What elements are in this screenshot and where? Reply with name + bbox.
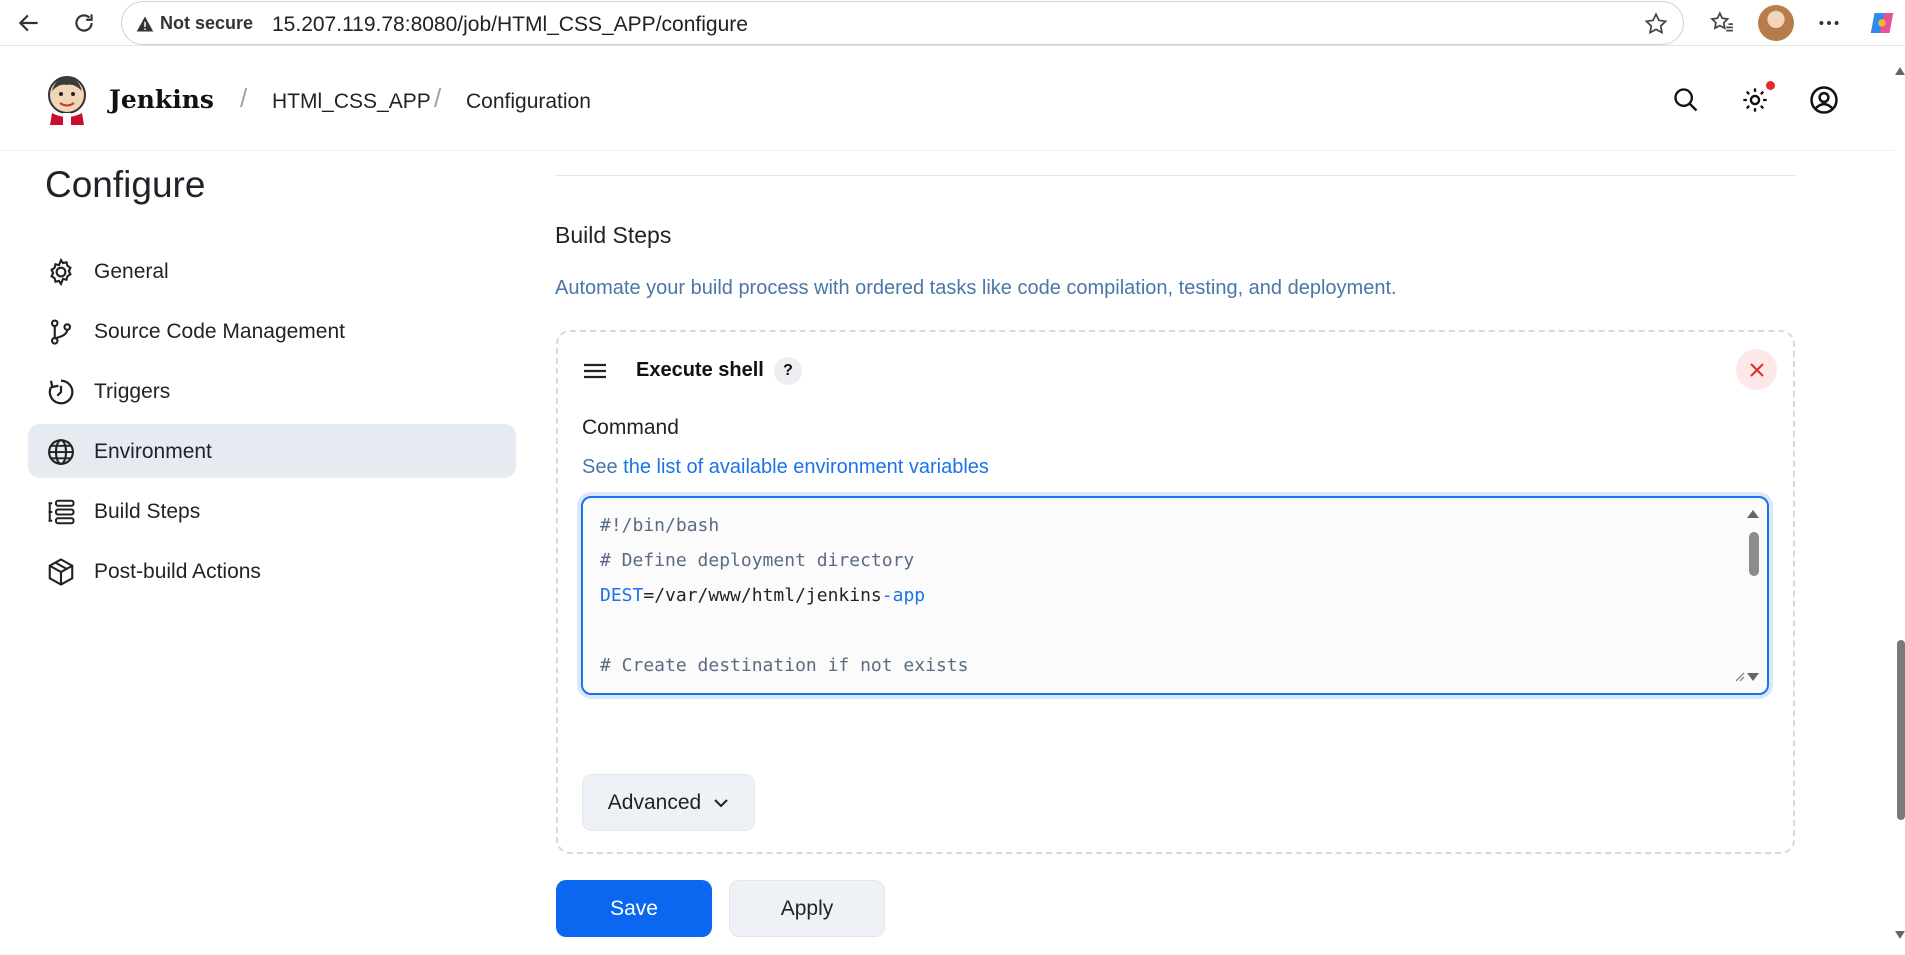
code-line: #!/bin/bash bbox=[600, 515, 720, 536]
close-icon[interactable] bbox=[1736, 349, 1777, 390]
sidebar-item-post-build-actions[interactable]: Post-build Actions bbox=[28, 544, 516, 598]
timer-icon bbox=[48, 379, 74, 405]
page-scroll-thumb[interactable] bbox=[1897, 640, 1905, 820]
favorites-icon[interactable] bbox=[1706, 7, 1738, 39]
save-button[interactable]: Save bbox=[556, 880, 712, 937]
code-operator: - bbox=[881, 585, 893, 606]
code-line: # Create destination if not exists bbox=[600, 655, 969, 676]
address-bar[interactable]: Not secure 15.207.119.78:8080/job/HTMl_C… bbox=[121, 1, 1684, 45]
list-icon bbox=[48, 499, 75, 525]
url-text: 15.207.119.78:8080/job/HTMl_CSS_APP/conf… bbox=[272, 13, 748, 36]
code-text: app bbox=[892, 585, 926, 606]
jenkins-header: Jenkins / HTMl_CSS_APP / Configuration bbox=[0, 47, 1895, 151]
editor-scroll-thumb[interactable] bbox=[1749, 532, 1759, 576]
breadcrumb-job[interactable]: HTMl_CSS_APP bbox=[272, 90, 431, 114]
gear-icon bbox=[50, 257, 72, 287]
search-icon[interactable] bbox=[1670, 84, 1702, 116]
sidebar-item-label: Post-build Actions bbox=[94, 560, 261, 583]
warning-icon bbox=[136, 16, 154, 31]
sidebar-item-label: Environment bbox=[94, 440, 212, 463]
apply-button[interactable]: Apply bbox=[729, 880, 885, 937]
code-variable: DEST bbox=[600, 585, 644, 606]
resize-handle-icon[interactable] bbox=[1733, 670, 1745, 682]
advanced-button[interactable]: Advanced bbox=[582, 774, 755, 831]
profile-avatar[interactable] bbox=[1758, 5, 1794, 41]
git-branch-icon bbox=[50, 319, 72, 345]
help-icon[interactable]: ? bbox=[774, 357, 802, 385]
section-description: Automate your build process with ordered… bbox=[555, 277, 1397, 299]
see-prefix: See bbox=[582, 456, 618, 478]
scroll-down-icon[interactable] bbox=[1895, 931, 1905, 939]
advanced-label: Advanced bbox=[607, 790, 702, 814]
reload-icon[interactable] bbox=[69, 8, 99, 38]
sidebar-item-environment[interactable]: Environment bbox=[28, 424, 516, 478]
back-icon[interactable] bbox=[14, 8, 44, 38]
section-divider bbox=[555, 175, 1795, 176]
browser-toolbar: Not secure 15.207.119.78:8080/job/HTMl_C… bbox=[0, 0, 1905, 46]
code-line: # Define deployment directory bbox=[600, 550, 915, 571]
env-vars-hint: See the list of available environment va… bbox=[582, 456, 989, 479]
package-icon bbox=[48, 558, 74, 586]
breadcrumb-configuration[interactable]: Configuration bbox=[466, 90, 591, 114]
env-vars-link[interactable]: the list of available environment variab… bbox=[623, 456, 989, 478]
code-text: =/var/www/html/jenkins bbox=[643, 585, 882, 606]
security-label: Not secure bbox=[160, 13, 254, 33]
globe-icon bbox=[48, 439, 74, 465]
sidebar-item-label: Source Code Management bbox=[94, 320, 345, 343]
jenkins-brand[interactable]: Jenkins bbox=[109, 85, 214, 114]
security-indicator[interactable]: Not secure bbox=[136, 13, 253, 34]
jenkins-logo-icon[interactable] bbox=[44, 73, 90, 125]
user-account-icon[interactable] bbox=[1808, 84, 1840, 116]
sidebar-item-general[interactable]: General bbox=[28, 244, 516, 298]
drag-handle-icon[interactable] bbox=[582, 360, 608, 382]
star-icon[interactable] bbox=[1643, 11, 1669, 42]
scroll-down-icon[interactable] bbox=[1747, 673, 1759, 681]
more-icon[interactable] bbox=[1813, 7, 1845, 39]
chevron-down-icon bbox=[714, 798, 728, 807]
sidebar-item-triggers[interactable]: Triggers bbox=[28, 364, 516, 418]
notification-dot bbox=[1766, 81, 1775, 90]
manage-settings-icon[interactable] bbox=[1739, 84, 1771, 116]
configure-title: Configure bbox=[45, 164, 206, 205]
sidebar-item-source-code-management[interactable]: Source Code Management bbox=[28, 304, 516, 358]
sidebar-item-build-steps[interactable]: Build Steps bbox=[28, 484, 516, 538]
command-label: Command bbox=[582, 416, 679, 439]
sidebar-item-label: Build Steps bbox=[94, 500, 201, 523]
copilot-icon[interactable] bbox=[1866, 7, 1898, 39]
step-title: Execute shell bbox=[636, 359, 764, 381]
sidebar-item-label: Triggers bbox=[94, 380, 171, 403]
code-line: DEST=/var/www/html/jenkins-app bbox=[600, 585, 925, 606]
scroll-up-icon[interactable] bbox=[1747, 510, 1759, 518]
command-editor[interactable]: #!/bin/bash # Define deployment director… bbox=[581, 496, 1769, 695]
scroll-up-icon[interactable] bbox=[1895, 67, 1905, 75]
breadcrumb-separator: / bbox=[240, 83, 248, 113]
section-title: Build Steps bbox=[555, 222, 672, 248]
breadcrumb-separator: / bbox=[434, 83, 442, 113]
sidebar-item-label: General bbox=[94, 260, 169, 283]
